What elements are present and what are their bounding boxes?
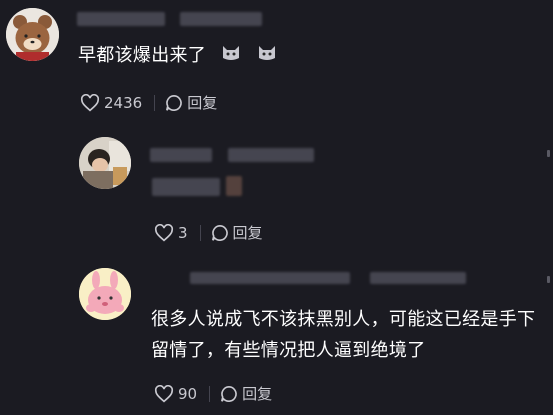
- comment-text-line: 留情了，有些情况把人逼到绝境了: [151, 340, 426, 361]
- scrollbar-handle[interactable]: [547, 276, 550, 283]
- reply-button[interactable]: 回复: [165, 92, 217, 113]
- comment-text: 早都该爆出来了: [78, 40, 278, 72]
- username-blurred: [228, 148, 314, 162]
- comment-text-line: 很多人说成飞不该抹黑别人，可能这已经是手下: [151, 309, 536, 330]
- comment-actions: 90 回复: [154, 383, 272, 404]
- like-count: 2436: [104, 93, 143, 112]
- username-blurred: [150, 148, 212, 162]
- scrollbar-handle[interactable]: [547, 150, 550, 157]
- comment-text-blurred: [152, 178, 220, 196]
- divider: [154, 94, 156, 111]
- chat-bubble-icon: [221, 385, 237, 402]
- comment-actions: 2436 回复: [80, 92, 217, 113]
- like-button[interactable]: 90: [154, 384, 198, 403]
- reply-label: 回复: [187, 94, 218, 112]
- like-button[interactable]: 3: [154, 223, 188, 242]
- username-blurred: [190, 272, 350, 284]
- like-count: 90: [178, 384, 198, 403]
- reply-label: 回复: [242, 385, 273, 403]
- divider: [199, 224, 201, 241]
- cat-emoji-icon: [220, 41, 242, 72]
- avatar[interactable]: [79, 268, 131, 320]
- reply-label: 回复: [232, 224, 263, 242]
- avatar[interactable]: [6, 8, 59, 61]
- username-blurred: [180, 12, 262, 26]
- like-count: 3: [178, 223, 188, 242]
- comment-text-line: 早都该爆出来了: [78, 45, 207, 66]
- chat-bubble-icon: [166, 94, 183, 111]
- comment-text: 很多人说成飞不该抹黑别人，可能这已经是手下 留情了，有些情况把人逼到绝境了: [151, 304, 551, 366]
- comment-actions: 3 回复: [154, 222, 263, 243]
- avatar[interactable]: [79, 137, 131, 189]
- comment-text-blurred: [226, 176, 242, 196]
- heart-icon: [154, 384, 174, 402]
- heart-icon: [154, 223, 174, 241]
- username-blurred: [370, 272, 466, 284]
- reply-button[interactable]: 回复: [211, 222, 263, 243]
- username-blurred: [77, 12, 165, 26]
- heart-icon: [80, 93, 100, 111]
- cat-emoji-icon: [256, 41, 278, 72]
- like-button[interactable]: 2436: [80, 93, 143, 112]
- chat-bubble-icon: [211, 224, 228, 241]
- reply-button[interactable]: 回复: [220, 383, 272, 404]
- divider: [209, 385, 211, 402]
